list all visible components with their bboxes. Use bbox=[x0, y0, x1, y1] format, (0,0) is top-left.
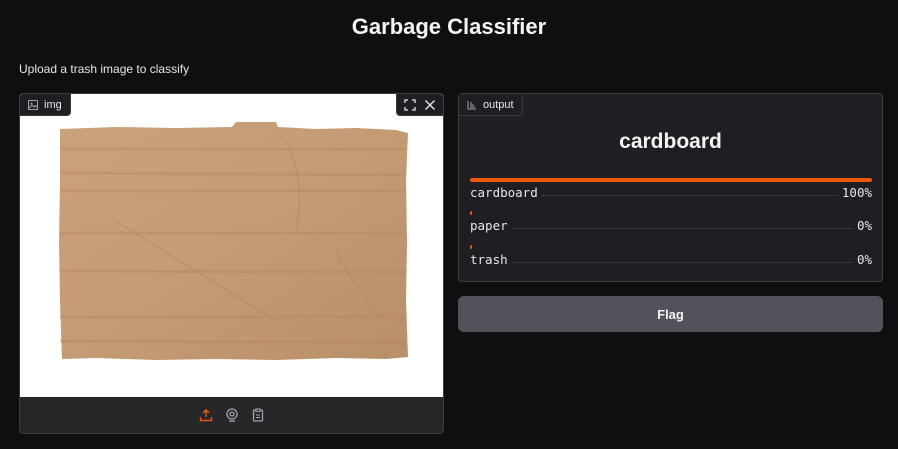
confidence-label: paper bbox=[470, 218, 508, 233]
confidence-bar bbox=[470, 178, 872, 182]
predicted-label: cardboard bbox=[619, 130, 722, 153]
confidence-row-trash: trash 0% bbox=[470, 245, 872, 267]
confidence-value: 0% bbox=[856, 218, 872, 233]
confidence-value: 100% bbox=[841, 185, 872, 200]
app-title: Garbage Classifier bbox=[351, 14, 547, 39]
confidence-bar bbox=[470, 245, 472, 249]
webcam-icon[interactable] bbox=[224, 407, 240, 423]
label-icon bbox=[467, 100, 477, 110]
output-panel: output cardboard cardboard 100% paper 0%… bbox=[458, 93, 883, 282]
fullscreen-icon[interactable] bbox=[403, 98, 417, 112]
confidence-value: 0% bbox=[856, 252, 872, 267]
image-input-panel: img bbox=[19, 93, 444, 434]
app-description: Upload a trash image to classify bbox=[19, 62, 190, 76]
image-preview[interactable] bbox=[20, 94, 443, 397]
upload-icon[interactable] bbox=[198, 407, 214, 423]
image-toolbar bbox=[396, 94, 443, 116]
confidence-row-paper: paper 0% bbox=[470, 211, 872, 233]
output-label-tag: output bbox=[459, 94, 523, 116]
confidence-bar bbox=[470, 211, 472, 215]
image-icon bbox=[28, 99, 38, 110]
image-source-bar bbox=[20, 397, 443, 433]
flag-button[interactable]: Flag bbox=[458, 296, 883, 332]
cardboard-image bbox=[59, 122, 408, 360]
clipboard-icon[interactable] bbox=[250, 407, 266, 423]
confidence-row-cardboard: cardboard 100% bbox=[470, 178, 872, 200]
input-label: img bbox=[44, 98, 62, 111]
input-label-tag: img bbox=[20, 94, 71, 116]
confidence-label: cardboard bbox=[470, 185, 538, 200]
output-label: output bbox=[483, 98, 514, 111]
close-icon[interactable] bbox=[423, 98, 437, 112]
confidence-label: trash bbox=[470, 252, 508, 267]
